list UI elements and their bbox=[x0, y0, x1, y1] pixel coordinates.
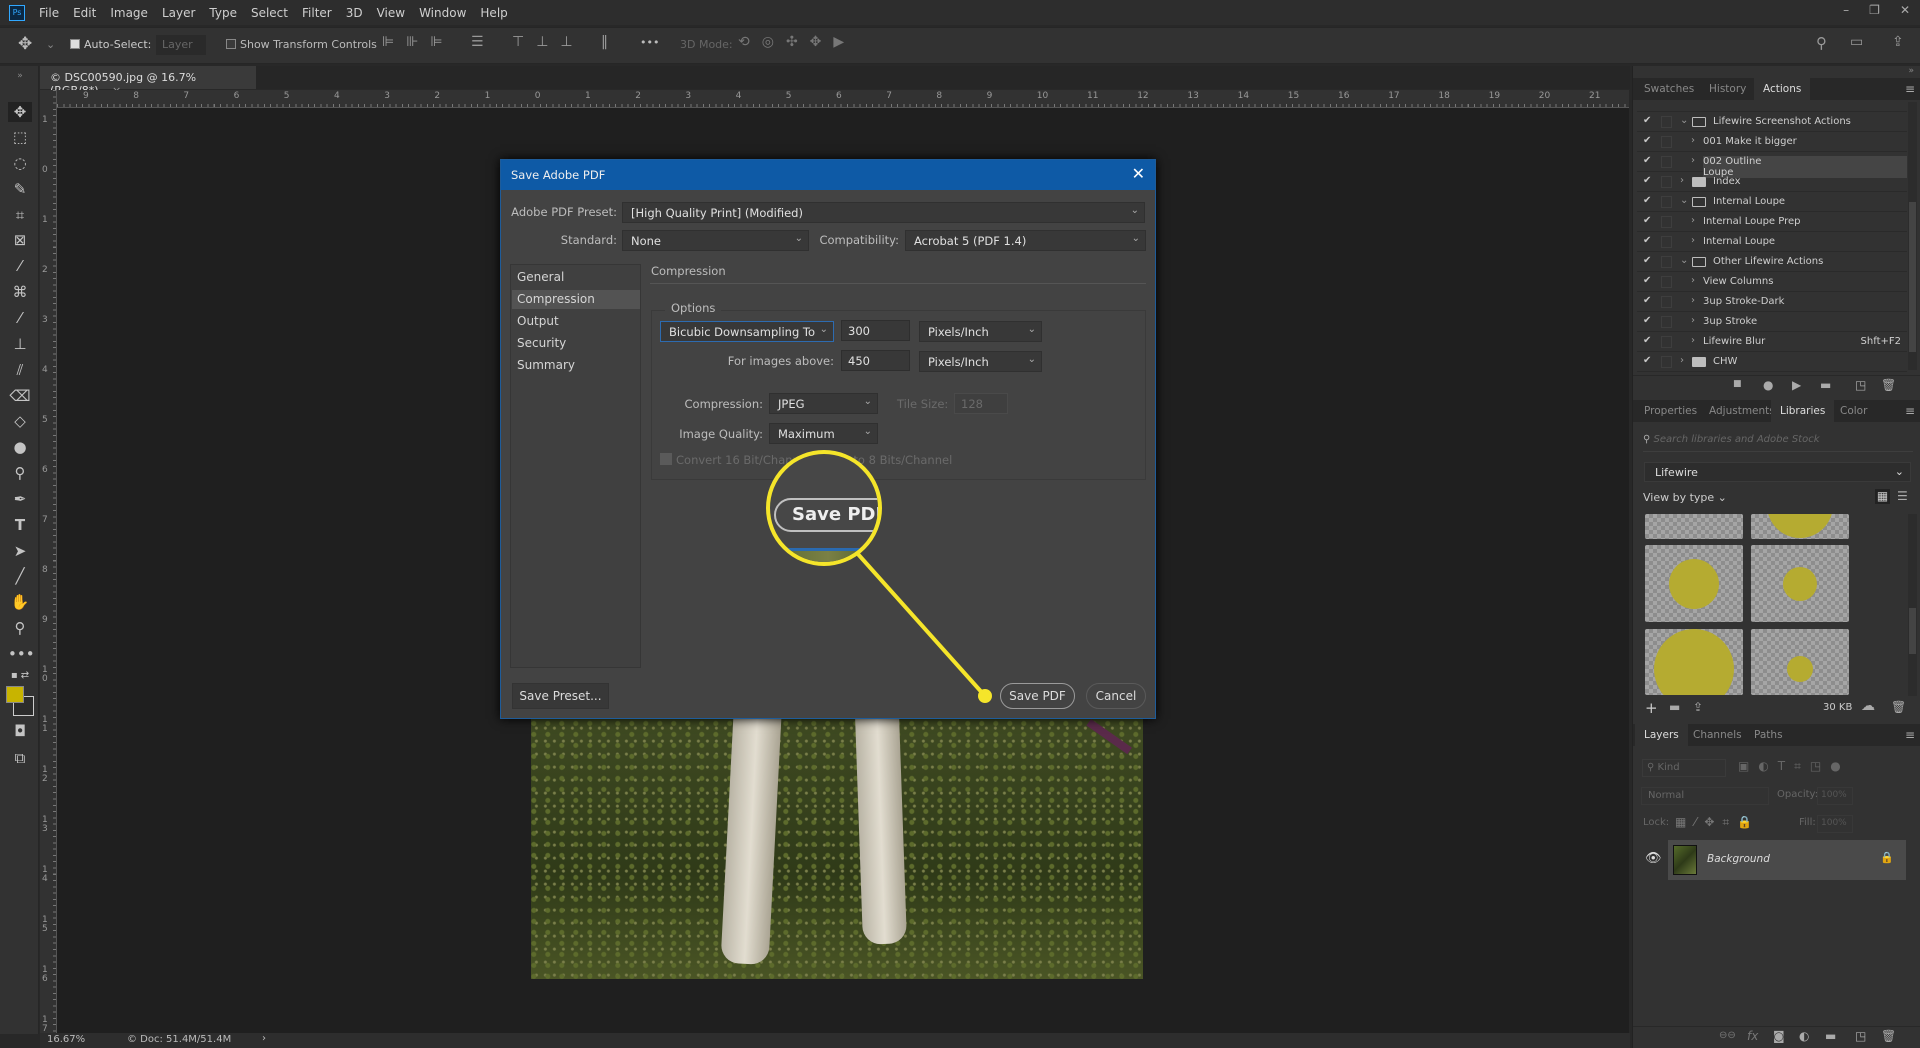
magnified-save-pdf: Save PDF bbox=[774, 498, 878, 532]
callout-overlay bbox=[855, 551, 992, 703]
callout-line bbox=[855, 551, 987, 698]
callout-dot bbox=[978, 689, 992, 703]
magnifier-loupe: Save PDF bbox=[766, 450, 882, 566]
